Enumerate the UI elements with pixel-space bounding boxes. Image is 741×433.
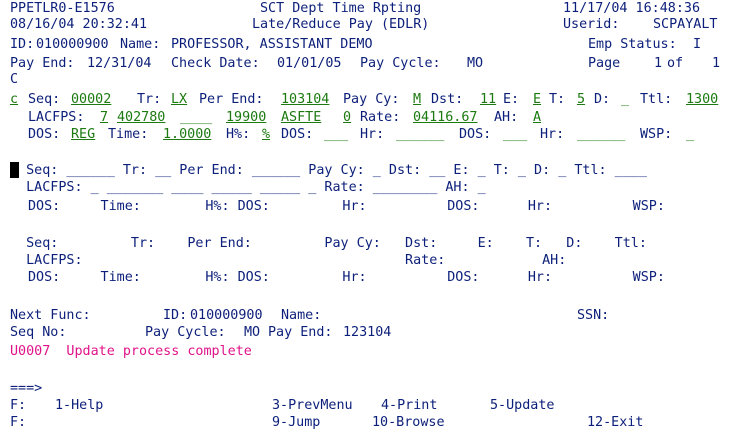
tr-field[interactable]: LX bbox=[171, 92, 187, 107]
lacfps-field-5[interactable]: ASFTE bbox=[281, 110, 321, 125]
hr-label: Hr: bbox=[360, 127, 385, 142]
footer-id-value[interactable]: 010000900 bbox=[190, 308, 263, 323]
dos3-field[interactable]: ___ bbox=[503, 127, 527, 142]
per-end-field[interactable]: 103104 bbox=[281, 92, 329, 107]
entry2-line3[interactable]: DOS: Time: H%: DOS: Hr: DOS: Hr: WSP: bbox=[28, 199, 665, 214]
dos3-label: DOS: bbox=[459, 127, 492, 142]
footer-pay-end-label: Pay End: bbox=[268, 325, 333, 340]
dos2-label: DOS: bbox=[281, 127, 314, 142]
name-label: Name: bbox=[120, 37, 161, 52]
footer-pay-end-value[interactable]: 123104 bbox=[343, 325, 391, 340]
id-value: 010000900 bbox=[36, 37, 109, 52]
footer-ssn-label: SSN: bbox=[577, 308, 610, 323]
wsp-label: WSP: bbox=[640, 127, 673, 142]
pf4-print[interactable]: 4-Print bbox=[381, 398, 437, 413]
pay-cy-label: Pay Cy: bbox=[343, 92, 400, 107]
current-datetime: 11/17/04 16:48:36 bbox=[563, 1, 701, 16]
entry3-line3: DOS: Time: H%: DOS: Hr: DOS: Hr: WSP: bbox=[28, 270, 665, 285]
dst-label: Dst: bbox=[431, 92, 464, 107]
id-label: ID: bbox=[10, 37, 35, 52]
command-prompt[interactable]: ===> bbox=[10, 381, 42, 396]
rate-field[interactable]: 04116.67 bbox=[413, 110, 478, 125]
pf3-prevmenu[interactable]: 3-PrevMenu bbox=[272, 398, 353, 413]
app-title: SCT Dept Time Rpting bbox=[260, 1, 422, 16]
lacfps-field-4[interactable]: 19900 bbox=[226, 110, 266, 125]
page-label: Page bbox=[588, 56, 621, 71]
wsp-field[interactable]: _ bbox=[686, 127, 694, 142]
entry3-line1: Seq: Tr: Per End: Pay Cy: Dst: E: T: D: … bbox=[10, 236, 647, 251]
screen-title: Late/Reduce Pay (EDLR) bbox=[252, 17, 430, 32]
dst-field[interactable]: 11 bbox=[480, 92, 496, 107]
check-date-label: Check Date: bbox=[171, 56, 260, 71]
name-value: PROFESSOR, ASSISTANT DEMO bbox=[171, 37, 373, 52]
pay-cycle-value: MO bbox=[467, 56, 484, 71]
hr2-field[interactable]: ______ bbox=[577, 127, 625, 142]
h-pct-field[interactable]: % bbox=[262, 127, 270, 142]
page-of-label: of bbox=[667, 56, 684, 71]
status-message: U0007 Update process complete bbox=[10, 344, 252, 359]
pay-cycle-label: Pay Cycle: bbox=[360, 56, 441, 71]
pf-row2-label: F: bbox=[10, 415, 27, 430]
entry2-line1[interactable]: Seq: ______ Tr: __ Per End: ______ Pay C… bbox=[10, 163, 647, 178]
e-field[interactable]: E bbox=[533, 92, 541, 107]
seq-no-label: Seq No: bbox=[10, 325, 67, 340]
emp-status-label: Emp Status: bbox=[588, 37, 677, 52]
d-field[interactable]: _ bbox=[621, 92, 629, 107]
seq-field[interactable]: 00002 bbox=[71, 92, 111, 107]
ah-field[interactable]: A bbox=[533, 110, 541, 125]
pf9-jump[interactable]: 9-Jump bbox=[272, 415, 320, 430]
t-label: T: bbox=[549, 92, 566, 107]
hr-field[interactable]: ______ bbox=[396, 127, 444, 142]
page-total: 1 bbox=[712, 56, 721, 71]
dos-field[interactable]: REG bbox=[71, 127, 95, 142]
pf5-update[interactable]: 5-Update bbox=[490, 398, 555, 413]
seq-label: Seq: bbox=[28, 92, 61, 107]
per-end-label: Per End: bbox=[199, 92, 264, 107]
lacfps-field-2[interactable]: 402780 bbox=[117, 110, 165, 125]
emp-status-value: I bbox=[693, 37, 702, 52]
footer-pay-cycle-value[interactable]: MO bbox=[244, 325, 260, 340]
footer-name-label: Name: bbox=[281, 308, 322, 323]
pf10-browse[interactable]: 10-Browse bbox=[372, 415, 445, 430]
tr-label: Tr: bbox=[137, 92, 162, 107]
ttl-label: Ttl: bbox=[640, 92, 673, 107]
command-line: C bbox=[10, 72, 19, 87]
h-pct-label: H%: bbox=[226, 127, 251, 142]
entry2-line2[interactable]: LACFPS: _ _______ ____ _____ _____ _ Rat… bbox=[10, 180, 486, 195]
pay-end-value: 12/31/04 bbox=[87, 56, 152, 71]
pf1-help[interactable]: 1-Help bbox=[55, 398, 103, 413]
pf12-exit[interactable]: 12-Exit bbox=[587, 415, 643, 430]
userid-label: Userid: bbox=[563, 17, 620, 32]
next-func-label: Next Func: bbox=[10, 308, 91, 323]
lacfps-field-3[interactable]: ____ bbox=[180, 110, 212, 125]
hr2-label: Hr: bbox=[540, 127, 565, 142]
page-number: 1 bbox=[654, 56, 663, 71]
check-date-value: 01/01/05 bbox=[277, 56, 342, 71]
select-field[interactable]: c bbox=[10, 92, 18, 107]
lacfps-field-1[interactable]: 7 bbox=[100, 110, 108, 125]
pay-cy-field[interactable]: M bbox=[413, 92, 421, 107]
pf-row1-label: F: bbox=[10, 398, 27, 413]
ah-label: AH: bbox=[494, 110, 519, 125]
userid-value: SCPAYALT bbox=[653, 17, 718, 32]
footer-id-label: ID: bbox=[163, 308, 188, 323]
dos2-field[interactable]: ___ bbox=[324, 127, 348, 142]
e-label: E: bbox=[503, 92, 520, 107]
rate-label: Rate: bbox=[360, 110, 401, 125]
ttl-field[interactable]: 1300 bbox=[686, 92, 718, 107]
footer-pay-cycle-label: Pay Cycle: bbox=[145, 325, 226, 340]
time-field[interactable]: 1.0000 bbox=[163, 127, 211, 142]
lacfps-label: LACFPS: bbox=[28, 110, 85, 125]
entry3-line2: LACFPS: Rate: AH: bbox=[10, 253, 567, 268]
program-datetime: 08/16/04 20:32:41 bbox=[10, 17, 148, 32]
time-label: Time: bbox=[108, 127, 149, 142]
screen-id: PPETLR0-E1576 bbox=[10, 1, 115, 16]
pay-end-label: Pay End: bbox=[10, 56, 75, 71]
lacfps-field-6[interactable]: 0 bbox=[343, 110, 351, 125]
t-field[interactable]: 5 bbox=[577, 92, 585, 107]
dos-label: DOS: bbox=[28, 127, 61, 142]
d-label: D: bbox=[594, 92, 611, 107]
